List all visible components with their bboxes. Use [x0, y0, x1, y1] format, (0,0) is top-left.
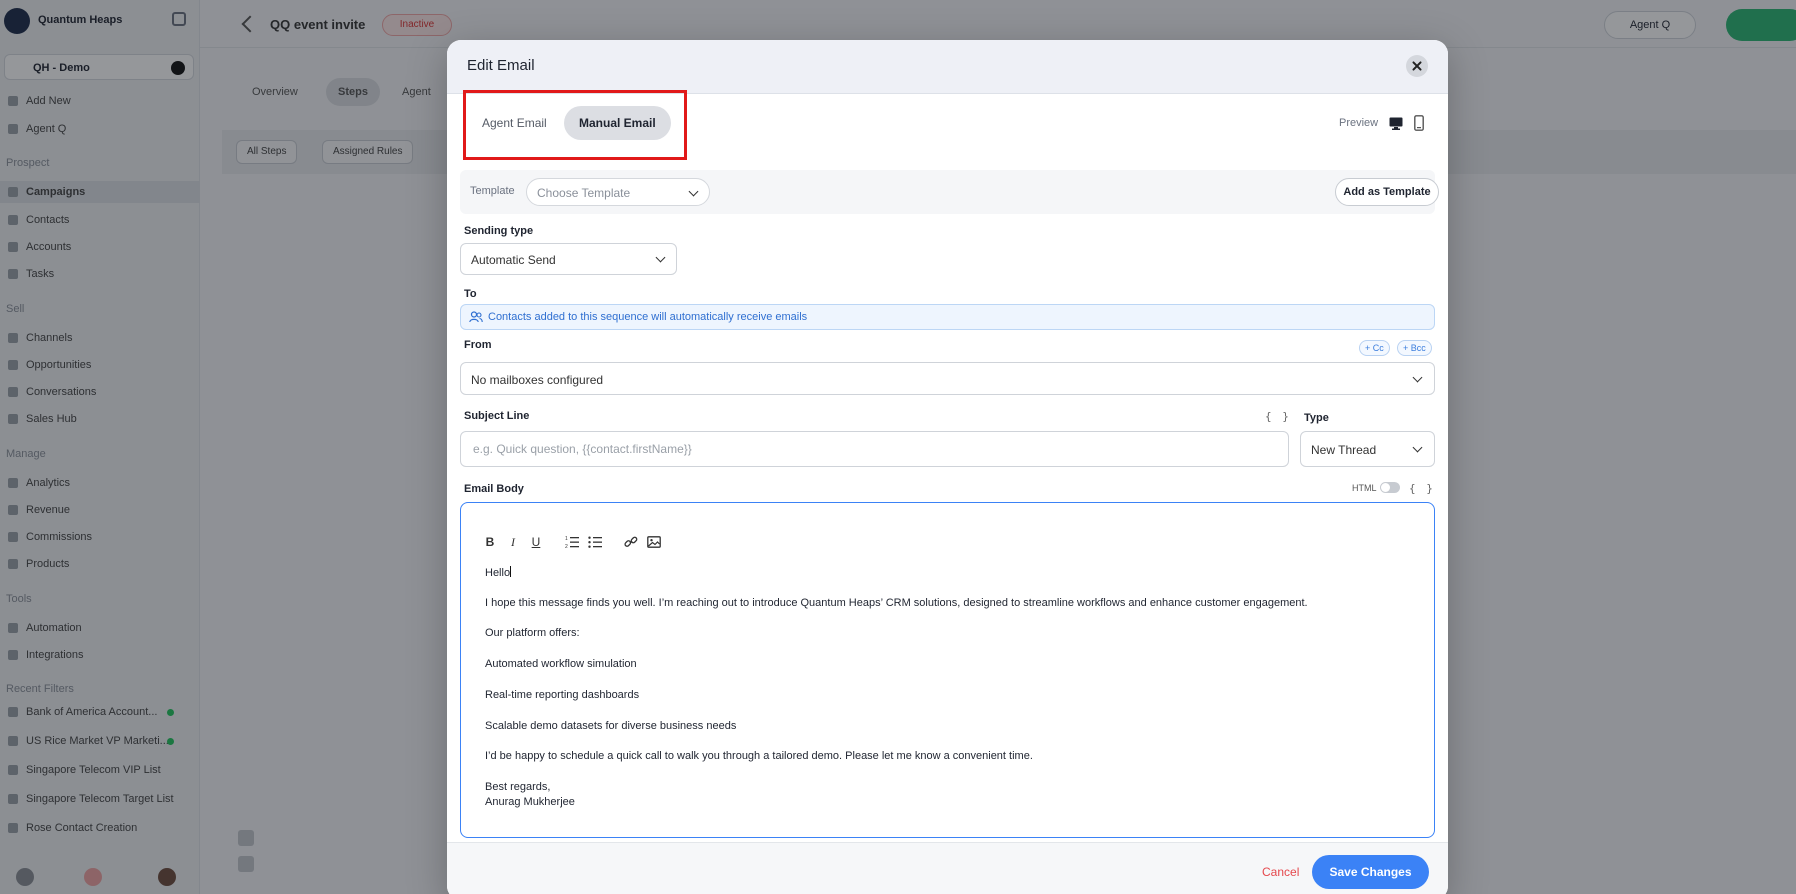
sending-type-value: Automatic Send — [471, 253, 556, 267]
type-label: Type — [1304, 412, 1329, 424]
tab-manual-email[interactable]: Manual Email — [564, 106, 671, 140]
underline-icon[interactable]: U — [529, 535, 543, 549]
body-paragraph: Our platform offers: — [485, 627, 580, 639]
to-recipients-info: Contacts added to this sequence will aut… — [460, 304, 1435, 330]
subject-line-label: Subject Line — [464, 410, 530, 422]
body-list-item: Real-time reporting dashboards — [485, 689, 640, 701]
body-greeting: Hello — [485, 566, 512, 579]
template-placeholder: Choose Template — [537, 186, 631, 200]
desktop-preview-icon[interactable] — [1389, 117, 1403, 130]
subject-input[interactable] — [460, 431, 1289, 467]
body-paragraph: I’d be happy to schedule a quick call to… — [485, 750, 1033, 762]
svg-text:1: 1 — [565, 536, 568, 542]
thread-type-select[interactable]: New Thread — [1300, 431, 1435, 467]
add-as-template-button[interactable]: Add as Template — [1335, 178, 1439, 206]
html-toggle-label: HTML — [1352, 483, 1377, 493]
link-icon[interactable] — [624, 535, 638, 549]
sending-type-label: Sending type — [464, 225, 534, 237]
italic-icon[interactable]: I — [506, 535, 520, 549]
from-mailbox-select[interactable]: No mailboxes configured — [460, 362, 1435, 395]
text-caret — [510, 566, 512, 577]
subject-variables-icon[interactable]: { } — [1265, 410, 1291, 423]
body-list-item: Automated workflow simulation — [485, 658, 637, 670]
modal-title: Edit Email — [467, 57, 535, 74]
add-cc-button[interactable]: + Cc — [1359, 340, 1390, 356]
body-signature: Anurag Mukherjee — [485, 796, 575, 808]
image-icon[interactable] — [647, 535, 661, 549]
email-body-editor[interactable]: B I U 1 2 Hello I hope this message find… — [460, 502, 1435, 838]
close-icon[interactable] — [1406, 55, 1428, 77]
template-row: Template Choose Template Add as Template — [460, 170, 1439, 214]
body-closing: Best regards, — [485, 781, 551, 793]
edit-email-modal: Edit Email Agent Email Manual Email Prev… — [447, 40, 1448, 894]
template-label: Template — [470, 185, 515, 197]
tab-agent-email[interactable]: Agent Email — [467, 106, 562, 140]
cancel-button[interactable]: Cancel — [1262, 865, 1299, 879]
template-select[interactable]: Choose Template — [526, 178, 710, 206]
ordered-list-icon[interactable]: 1 2 — [565, 535, 579, 549]
save-changes-button[interactable]: Save Changes — [1312, 855, 1429, 889]
contacts-icon — [469, 311, 483, 323]
chevron-down-icon — [688, 186, 699, 197]
body-list-item: Scalable demo datasets for diverse busin… — [485, 720, 737, 732]
bold-icon[interactable]: B — [483, 535, 497, 549]
body-paragraph: I hope this message finds you well. I’m … — [485, 597, 1308, 609]
html-toggle[interactable] — [1380, 482, 1400, 493]
email-body-label: Email Body — [464, 483, 524, 495]
body-variables-icon[interactable]: { } — [1409, 482, 1435, 495]
from-value: No mailboxes configured — [471, 373, 604, 387]
to-info-text: Contacts added to this sequence will aut… — [488, 311, 808, 323]
chevron-down-icon — [1412, 442, 1423, 453]
bullet-list-icon[interactable] — [588, 535, 602, 549]
add-bcc-button[interactable]: + Bcc — [1397, 340, 1432, 356]
sending-type-select[interactable]: Automatic Send — [460, 243, 677, 275]
mobile-preview-icon[interactable] — [1414, 115, 1424, 131]
to-label: To — [464, 288, 477, 300]
svg-text:2: 2 — [565, 544, 568, 549]
chevron-down-icon — [1412, 372, 1423, 383]
from-label: From — [464, 339, 492, 351]
thread-type-value: New Thread — [1311, 443, 1377, 457]
chevron-down-icon — [655, 252, 666, 263]
modal-header: Edit Email — [447, 40, 1448, 94]
preview-label: Preview — [1339, 117, 1379, 129]
